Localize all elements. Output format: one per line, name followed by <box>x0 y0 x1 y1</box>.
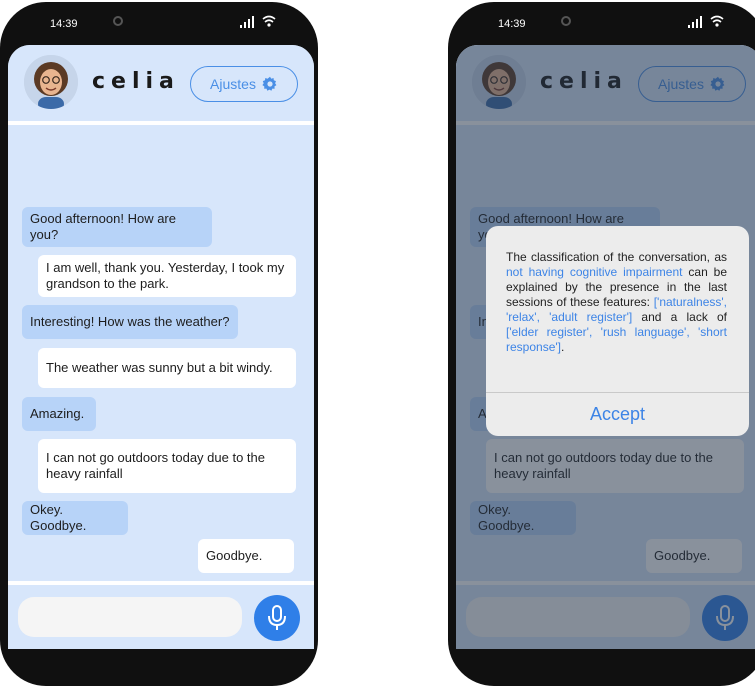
phone-left: 14:39 celia Ajustes Good afternoon! How … <box>0 2 318 686</box>
chat-bubble-user: The weather was sunny but a bit windy. <box>38 348 296 388</box>
mic-button[interactable] <box>254 595 300 641</box>
signal-icon <box>240 16 254 28</box>
chat-bubble-user: Goodbye. <box>198 539 294 573</box>
chat-area: Good afternoon! How are you? I am well, … <box>8 125 314 581</box>
status-time: 14:39 <box>50 18 78 30</box>
dialog-message: The classification of the conversation, … <box>506 250 727 355</box>
settings-button[interactable]: Ajustes <box>190 66 298 102</box>
stage: 14:39 celia Ajustes Good afternoon! How … <box>0 0 755 687</box>
wifi-icon <box>710 15 724 27</box>
wifi-icon <box>262 15 276 27</box>
chat-bubble-bot: Amazing. <box>22 397 96 431</box>
camera-icon <box>561 16 571 26</box>
explanation-dialog: The classification of the conversation, … <box>486 226 749 436</box>
chat-bubble-bot: Okey. Goodbye. <box>22 501 128 535</box>
dialog-highlight: ['elder register', 'rush language', 'sho… <box>506 325 727 354</box>
camera-icon <box>113 16 123 26</box>
composer <box>8 587 314 649</box>
dialog-text: The classification of the conversation, … <box>506 250 727 264</box>
status-time: 14:39 <box>498 18 526 30</box>
avatar <box>24 55 78 109</box>
chat-bubble-user: I am well, thank you. Yesterday, I took … <box>38 255 296 297</box>
status-bar: 14:39 <box>0 14 318 36</box>
app-screen: celia Ajustes Good afternoon! How are yo… <box>8 45 314 649</box>
composer-divider <box>8 581 314 585</box>
signal-icon <box>688 16 702 28</box>
chat-bubble-bot: Interesting! How was the weather? <box>22 305 238 339</box>
microphone-icon <box>268 605 286 630</box>
gear-icon <box>262 76 277 91</box>
chat-bubble-bot: Good afternoon! How are you? <box>22 207 212 247</box>
app-screen: celia Ajustes Good afternoon! How are yo… <box>456 45 755 649</box>
dialog-highlight: not having cognitive impairment <box>506 265 683 279</box>
app-header: celia Ajustes <box>8 45 314 121</box>
message-input[interactable] <box>18 597 242 637</box>
app-name: celia <box>92 69 180 94</box>
dialog-text: and a lack of <box>641 310 727 324</box>
phone-right: 14:39 The classification of the conversa… <box>448 2 755 686</box>
chat-bubble-user: I can not go outdoors today due to the h… <box>38 439 296 493</box>
status-bar: 14:39 <box>448 14 755 36</box>
settings-label: Ajustes <box>210 76 256 92</box>
accept-button[interactable]: Accept <box>486 393 749 436</box>
dialog-text: . <box>561 340 565 354</box>
avatar-illustration <box>24 55 78 109</box>
